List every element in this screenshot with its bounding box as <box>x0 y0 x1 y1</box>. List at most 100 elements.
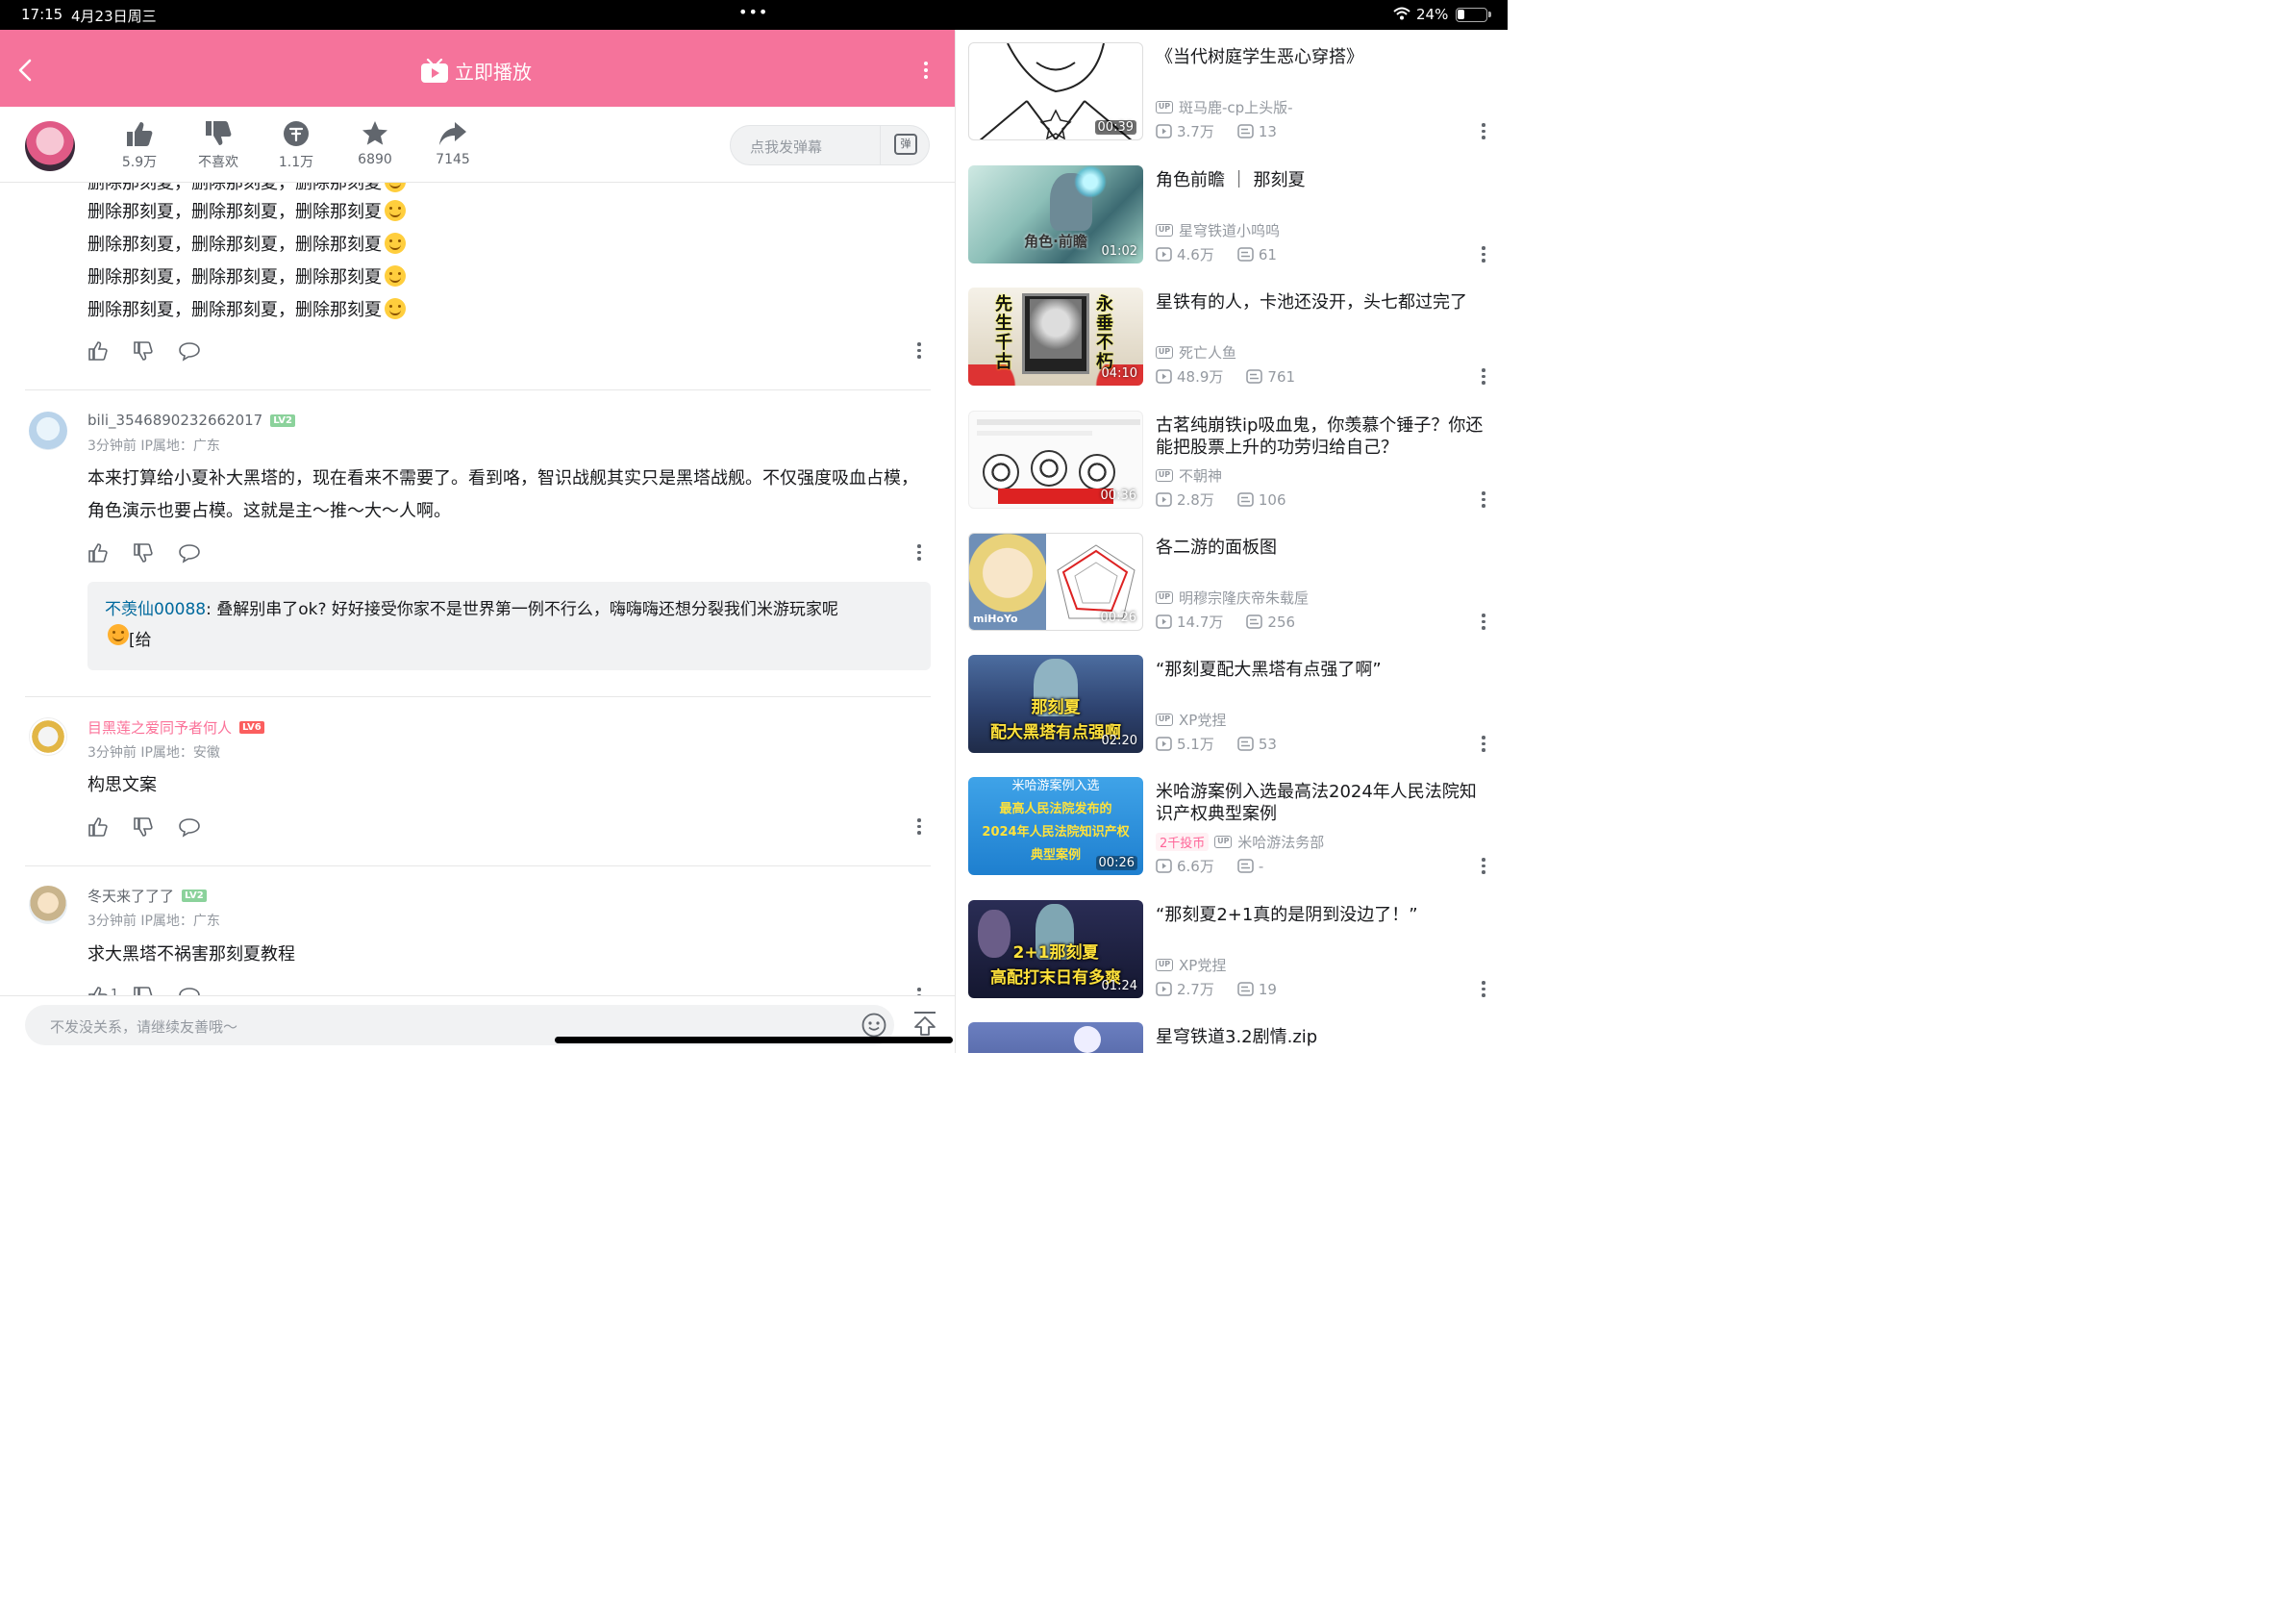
like-icon[interactable] <box>87 542 109 564</box>
related-video-card[interactable]: 00:36 古茗纯崩铁ip吸血鬼，你羡慕个锤子？你还能把股票上升的功劳归给自己？… <box>956 411 1508 516</box>
comment-text: 求大黑塔不祸害那刻夏教程 <box>87 944 295 965</box>
video-title: “那刻夏2+1真的是阴到没边了！” <box>1156 905 1418 925</box>
video-title: “那刻夏配大黑塔有点强了啊” <box>1156 660 1382 680</box>
video-thumbnail[interactable]: 先生千古 永垂不朽 04:10 <box>968 288 1143 386</box>
back-arrow-icon[interactable] <box>17 59 33 82</box>
home-indicator[interactable] <box>555 1037 953 1043</box>
danmaku-count-icon <box>1237 492 1254 507</box>
video-thumbnail[interactable]: 那刻夏 配大黑塔有点强啊 02:20 <box>968 655 1143 753</box>
video-uploader: 不朝神 <box>1179 467 1223 485</box>
play-count-icon <box>1156 124 1172 138</box>
reply-icon[interactable] <box>179 340 200 362</box>
video-uploader: 明穆宗隆庆帝朱载垕 <box>1179 589 1310 607</box>
video-more-icon[interactable] <box>1482 368 1485 385</box>
multitask-dots-icon[interactable]: ••• <box>738 3 768 21</box>
dislike-label: 不喜欢 <box>198 155 238 170</box>
reply-username[interactable]: 不羡仙00088 <box>105 600 206 619</box>
video-thumbnail[interactable]: 00:39 <box>968 42 1143 140</box>
like-icon[interactable] <box>87 340 109 362</box>
video-more-icon[interactable] <box>1482 491 1485 508</box>
dislike-button[interactable]: 不喜欢 <box>189 119 247 171</box>
reply-icon[interactable] <box>179 816 200 838</box>
avatar[interactable] <box>29 412 67 450</box>
comment-more-icon[interactable] <box>917 342 921 359</box>
emoji-picker-icon[interactable] <box>861 1013 886 1038</box>
video-thumbnail[interactable] <box>968 1022 1143 1053</box>
video-uploader: 斑马鹿-cp上头版- <box>1179 99 1293 116</box>
view-count: 4.6万 <box>1177 246 1214 263</box>
view-count: 5.1万 <box>1177 736 1214 753</box>
up-badge-icon: UP <box>1156 469 1173 482</box>
video-thumbnail[interactable]: 米哈游案例入选 最高人民法院发布的 2024年人民法院知识产权 典型案例 00:… <box>968 777 1143 875</box>
uploader-avatar[interactable] <box>25 121 75 171</box>
related-video-card[interactable]: 米哈游案例入选 最高人民法院发布的 2024年人民法院知识产权 典型案例 00:… <box>956 777 1508 883</box>
video-duration: 00:39 <box>1094 120 1136 135</box>
reply-preview[interactable]: 不羡仙00088: 叠解别串了ok? 好好接受你家不是世界第一例不行么，嗨嗨嗨还… <box>87 582 931 670</box>
avatar[interactable] <box>29 886 67 924</box>
dislike-icon[interactable] <box>133 542 154 564</box>
related-video-card[interactable]: 00:39 《当代树庭学生恶心穿搭》 UP 斑马鹿-cp上头版- 3.7万 13 <box>956 42 1508 148</box>
comment-line: 删除那刻夏，删除那刻夏，删除那刻夏 <box>87 263 406 288</box>
danmaku-count: 13 <box>1258 122 1277 140</box>
favorite-button[interactable]: 6890 <box>346 119 404 167</box>
comment-actions <box>87 340 924 362</box>
reply-text-tail: [给 <box>129 631 152 650</box>
like-button[interactable]: 5.9万 <box>111 119 168 171</box>
up-badge-icon: UP <box>1156 224 1173 237</box>
level-badge: LV2 <box>270 414 295 427</box>
video-thumbnail[interactable]: 00:36 <box>968 411 1143 509</box>
video-title: 古茗纯崩铁ip吸血鬼，你羡慕个锤子？你还能把股票上升的功劳归给自己？ <box>1156 415 1484 458</box>
video-more-icon[interactable] <box>1482 246 1485 263</box>
video-more-icon[interactable] <box>1482 981 1485 997</box>
video-duration: 00:26 <box>1095 856 1137 870</box>
related-video-card[interactable]: 先生千古 永垂不朽 04:10 星铁有的人，卡池还没开，头七都过完了 UP 死亡人… <box>956 288 1508 393</box>
reply-icon[interactable] <box>179 542 200 564</box>
video-uploader: 死亡人鱼 <box>1179 344 1237 362</box>
status-date: 4月23日周三 <box>71 8 157 25</box>
thumbnail-caption: 最高人民法院发布的 <box>999 802 1112 816</box>
battery-percent: 24% <box>1416 6 1449 23</box>
comment-more-icon[interactable] <box>917 818 921 835</box>
video-thumbnail[interactable]: miHoYo 00:26 <box>968 533 1143 631</box>
related-video-card[interactable]: miHoYo 00:26 各二游的面板图 UP 明穆宗隆庆帝朱载垕 14.7万 2… <box>956 533 1508 639</box>
coin-button[interactable]: 1.1万 <box>267 119 325 171</box>
related-video-card[interactable]: 星穹铁道3.2剧情.zip <box>956 1022 1508 1053</box>
comment-username[interactable]: 目黑莲之爱同予者何人 LV6 <box>87 717 264 738</box>
danmaku-toggle-icon[interactable]: 弹 <box>894 134 917 155</box>
danmaku-count: 106 <box>1258 490 1286 509</box>
avatar[interactable] <box>29 717 67 756</box>
play-count-icon <box>1156 859 1172 873</box>
view-count: 48.9万 <box>1177 368 1224 386</box>
dislike-icon[interactable] <box>133 340 154 362</box>
danmaku-input[interactable]: 点我发弹幕 弹 <box>730 125 930 165</box>
video-more-icon[interactable] <box>1482 614 1485 630</box>
comment-more-icon[interactable] <box>917 544 921 561</box>
video-more-icon[interactable] <box>1482 858 1485 874</box>
level-badge: LV2 <box>182 890 207 902</box>
related-video-card[interactable]: 角色·前瞻 01:02 角色前瞻 ｜ 那刻夏 UP 星穹铁道小呜呜 4.6万 61 <box>956 165 1508 271</box>
related-video-card[interactable]: 2+1那刻夏 高配打末日有多爽 01:24 “那刻夏2+1真的是阴到没边了！” … <box>956 900 1508 1006</box>
video-uploader: 米哈游法务部 <box>1237 834 1325 851</box>
more-options-icon[interactable] <box>920 62 932 79</box>
danmaku-count-icon <box>1237 124 1254 138</box>
related-video-card[interactable]: 那刻夏 配大黑塔有点强啊 02:20 “那刻夏配大黑塔有点强了啊” UP XP党捏… <box>956 655 1508 761</box>
like-icon[interactable] <box>87 816 109 838</box>
play-count-icon <box>1156 614 1172 629</box>
thumb-down-icon <box>206 121 232 145</box>
video-more-icon[interactable] <box>1482 123 1485 139</box>
video-thumbnail[interactable]: 2+1那刻夏 高配打末日有多爽 01:24 <box>968 900 1143 998</box>
comment-username[interactable]: bili_3546890232662017 LV2 <box>87 412 295 429</box>
share-button[interactable]: 7145 <box>424 119 482 167</box>
thumbnail-caption-left: 先生千古 <box>995 294 1012 372</box>
play-now-button[interactable]: 立即播放 <box>420 57 532 85</box>
comment-username[interactable]: 冬天来了了了 LV2 <box>87 886 207 906</box>
video-more-icon[interactable] <box>1482 736 1485 752</box>
scroll-to-top-icon[interactable] <box>911 1010 938 1037</box>
comment-actions <box>87 816 924 838</box>
thumbnail-caption: miHoYo <box>973 613 1018 625</box>
thumbnail-caption: 2024年人民法院知识产权 <box>982 825 1130 840</box>
danmaku-count: 53 <box>1258 735 1277 753</box>
dislike-icon[interactable] <box>133 816 154 838</box>
video-thumbnail[interactable]: 角色·前瞻 01:02 <box>968 165 1143 263</box>
video-title: 角色前瞻 ｜ 那刻夏 <box>1156 170 1306 190</box>
